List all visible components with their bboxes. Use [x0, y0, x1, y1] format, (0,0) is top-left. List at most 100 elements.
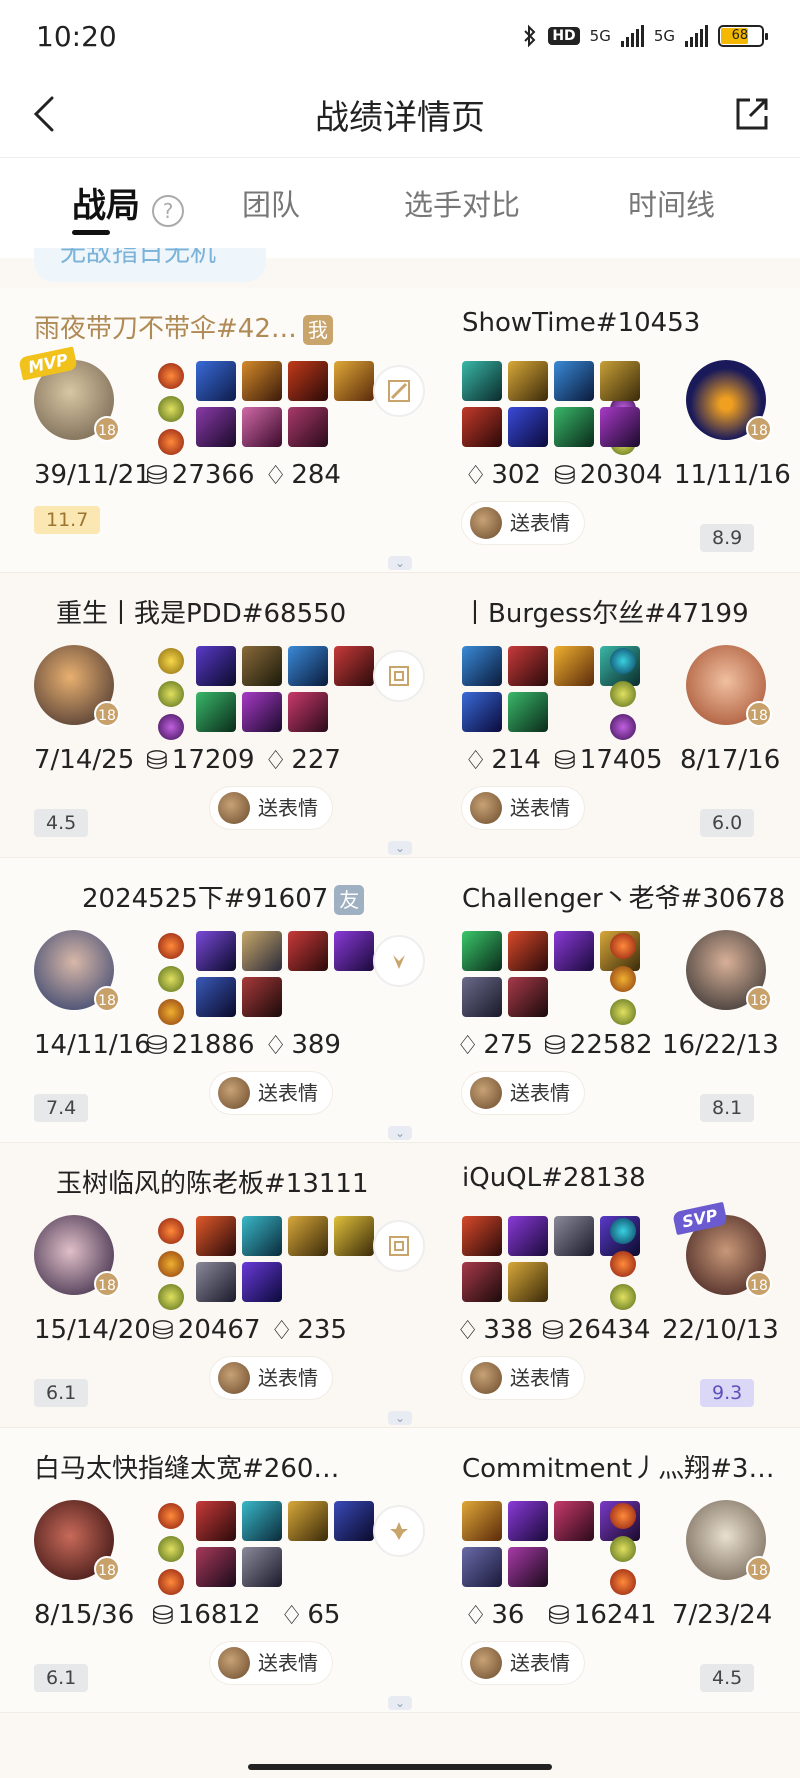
- lane-icon: [373, 1505, 425, 1557]
- player-name-left: 白马太快指缝太宽#260…: [34, 1454, 340, 1484]
- avatar[interactable]: 18: [686, 1500, 772, 1582]
- send-emote-button[interactable]: 送表情: [210, 1357, 332, 1399]
- summoner-spells: [158, 1503, 186, 1602]
- minion-icon: ♢: [464, 460, 488, 491]
- avatar[interactable]: SVP 18: [672, 1201, 772, 1297]
- item-icon: [288, 361, 328, 401]
- chevron-down-icon[interactable]: ⌄: [388, 1696, 412, 1710]
- signal-icon: [620, 25, 644, 47]
- status-time: 10:20: [36, 19, 117, 53]
- tab-player-compare[interactable]: 选手对比: [404, 182, 520, 224]
- info-pill-label: 无敌指日无机: [60, 248, 217, 268]
- item-icon: [196, 407, 236, 447]
- info-pill[interactable]: 无敌指日无机: [34, 248, 266, 282]
- cs-stat: ♢ 36: [464, 1600, 525, 1631]
- emote-icon: [470, 1077, 502, 1109]
- level-badge: 18: [746, 416, 772, 442]
- item-icon: [554, 361, 594, 401]
- avatar[interactable]: 18: [686, 645, 772, 727]
- gold-stat: ⛁ 22582: [544, 1030, 653, 1061]
- avatar[interactable]: 18: [34, 1500, 120, 1582]
- avatar[interactable]: MVP 18: [18, 346, 120, 442]
- player-name-left: 重生丨我是PDD#68550: [56, 599, 347, 629]
- send-emote-button[interactable]: 送表情: [462, 502, 584, 544]
- matchup-row[interactable]: 玉树临风的陈老板#13111 18 15/14/20 ⛁ 20467 ♢ 235 6…: [0, 1143, 800, 1428]
- matchup-row[interactable]: 2024525下#91607 友 18 14/11/16 ⛁ 21886 ♢ 389 …: [0, 858, 800, 1143]
- item-grid: [196, 1216, 374, 1302]
- matchup-row[interactable]: 白马太快指缝太宽#260… 18 8/15/36 ⛁ 16812 ♢ 65 6.1 …: [0, 1428, 800, 1713]
- gold-stat: ⛁ 21886: [146, 1030, 255, 1061]
- item-icon: [508, 931, 548, 971]
- item-icon: [508, 646, 548, 686]
- send-emote-button[interactable]: 送表情: [210, 787, 332, 829]
- emote-icon: [218, 1077, 250, 1109]
- spell-icon: [158, 648, 184, 674]
- kda: 22/10/13: [662, 1315, 779, 1345]
- avatar[interactable]: 18: [34, 930, 120, 1012]
- avatar[interactable]: 18: [34, 1215, 120, 1297]
- score-badge: 9.3: [700, 1379, 755, 1407]
- item-icon: [554, 407, 594, 447]
- level-badge: 18: [746, 701, 772, 727]
- matchup-row[interactable]: 雨夜带刀不带伞#42… 我 MVP 18 39/11/21 ⛁ 27366 ♢ 284…: [0, 288, 800, 573]
- avatar[interactable]: 18: [686, 930, 772, 1012]
- tab-timeline[interactable]: 时间线: [628, 182, 715, 224]
- item-icon: [554, 1501, 594, 1541]
- item-icon: [242, 1547, 282, 1587]
- minion-icon: ♢: [280, 1600, 304, 1631]
- summoner-spells: [158, 363, 186, 462]
- item-icon: [334, 931, 374, 971]
- send-emote-button[interactable]: 送表情: [462, 1072, 584, 1114]
- send-emote-button[interactable]: 送表情: [210, 1072, 332, 1114]
- score-badge: 7.4: [34, 1094, 89, 1122]
- spell-icon: [610, 1503, 636, 1529]
- player-name-right: iQuQL#28138: [462, 1163, 646, 1193]
- item-icon: [508, 407, 548, 447]
- gold-icon: ⛁: [548, 1600, 570, 1631]
- gold-icon: ⛁: [554, 745, 576, 776]
- chevron-down-icon[interactable]: ⌄: [388, 1411, 412, 1425]
- score-badge: 8.9: [700, 524, 755, 552]
- send-emote-button[interactable]: 送表情: [210, 1642, 332, 1684]
- item-icon: [242, 1501, 282, 1541]
- share-icon[interactable]: [730, 92, 774, 136]
- minion-icon: ♢: [270, 1315, 294, 1346]
- cs-stat: ♢ 389: [264, 1030, 341, 1061]
- chevron-down-icon[interactable]: ⌄: [388, 1126, 412, 1140]
- battery-level: 68: [721, 28, 749, 44]
- gold-icon: ⛁: [146, 460, 168, 491]
- item-icon: [508, 361, 548, 401]
- send-emote-button[interactable]: 送表情: [462, 1642, 584, 1684]
- avatar[interactable]: 18: [686, 360, 772, 442]
- spell-icon: [610, 714, 636, 740]
- player-name-left: 玉树临风的陈老板#13111: [56, 1169, 369, 1199]
- send-emote-button[interactable]: 送表情: [462, 1357, 584, 1399]
- spell-icon: [158, 714, 184, 740]
- tab-battle[interactable]: 战局: [72, 178, 140, 227]
- matchup-row[interactable]: 重生丨我是PDD#68550 18 7/14/25 ⛁ 17209 ♢ 227 4.…: [0, 573, 800, 858]
- tab-team[interactable]: 团队: [242, 182, 300, 224]
- back-icon[interactable]: [26, 92, 70, 136]
- item-icon: [462, 407, 502, 447]
- player-name-right: Challenger丶老爷#30678: [462, 884, 786, 914]
- home-indicator[interactable]: [248, 1764, 552, 1770]
- chevron-down-icon[interactable]: ⌄: [388, 841, 412, 855]
- avatar[interactable]: 18: [34, 645, 120, 727]
- lane-icon: [373, 365, 425, 417]
- item-icon: [508, 1216, 548, 1256]
- spell-icon: [610, 933, 636, 959]
- lane-icon: [373, 1220, 425, 1272]
- minion-icon: ♢: [456, 1030, 480, 1061]
- summoner-spells: [158, 648, 186, 747]
- item-icon: [288, 1216, 328, 1256]
- spell-icon: [158, 1536, 184, 1562]
- item-icon: [288, 407, 328, 447]
- item-icon: [334, 1501, 374, 1541]
- spell-icon: [158, 363, 184, 389]
- item-icon: [554, 931, 594, 971]
- send-emote-button[interactable]: 送表情: [462, 787, 584, 829]
- spell-icon: [158, 1569, 184, 1595]
- help-icon[interactable]: ?: [152, 195, 184, 227]
- chevron-down-icon[interactable]: ⌄: [388, 556, 412, 570]
- tab-bar: 战局 团队 选手对比 时间线: [0, 158, 800, 258]
